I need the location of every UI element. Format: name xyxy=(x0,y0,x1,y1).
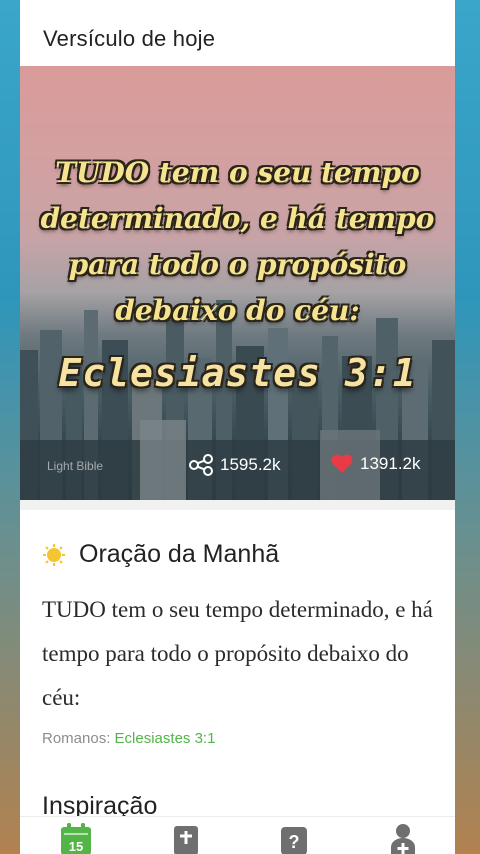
prayer-source: Romanos: Eclesiastes 3:1 xyxy=(42,730,215,747)
question-icon: ? xyxy=(281,827,307,854)
source-reference-link[interactable]: Eclesiastes 3:1 xyxy=(115,730,216,747)
like-count: 1391.2k xyxy=(360,454,421,473)
svg-text:?: ? xyxy=(289,832,300,852)
verse-text: TUDO tem o seu tempo determinado, e há t… xyxy=(40,156,435,327)
watermark: Light Bible xyxy=(47,459,104,473)
profile-add-icon xyxy=(391,824,415,854)
tab-calendar[interactable]: 15 xyxy=(58,823,94,854)
prayer-header: Oração da Manhã xyxy=(42,540,279,569)
tab-questions[interactable]: ? xyxy=(276,823,312,854)
calendar-icon: 15 xyxy=(61,823,91,854)
share-button[interactable]: 1595.2k xyxy=(188,454,281,476)
sun-icon xyxy=(43,543,65,566)
tab-bible[interactable] xyxy=(168,823,204,854)
verse-image-card[interactable]: TUDO tem o seu tempo determinado, e há t… xyxy=(20,66,455,500)
prayer-text: TUDO tem o seu tempo determinado, e há t… xyxy=(42,597,433,710)
source-label: Romanos: xyxy=(42,730,111,747)
page-title: Versículo de hoje xyxy=(43,26,216,51)
tab-profile[interactable] xyxy=(385,823,421,854)
like-button[interactable]: 1391.2k xyxy=(330,454,421,474)
bottom-tab-bar: 15 ? xyxy=(20,816,455,854)
top-bar: Versículo de hoje xyxy=(20,6,455,66)
section-divider xyxy=(20,500,455,510)
share-icon xyxy=(189,454,213,476)
bible-icon xyxy=(174,826,198,854)
app-screen: Versículo de hoje TUDO tem o seu tempo d… xyxy=(20,0,455,854)
verse-reference: Eclesiastes 3:1 xyxy=(58,351,417,395)
prayer-title: Oração da Manhã xyxy=(79,540,280,568)
calendar-day: 15 xyxy=(69,839,83,854)
share-count: 1595.2k xyxy=(220,455,281,474)
heart-icon xyxy=(331,454,353,473)
